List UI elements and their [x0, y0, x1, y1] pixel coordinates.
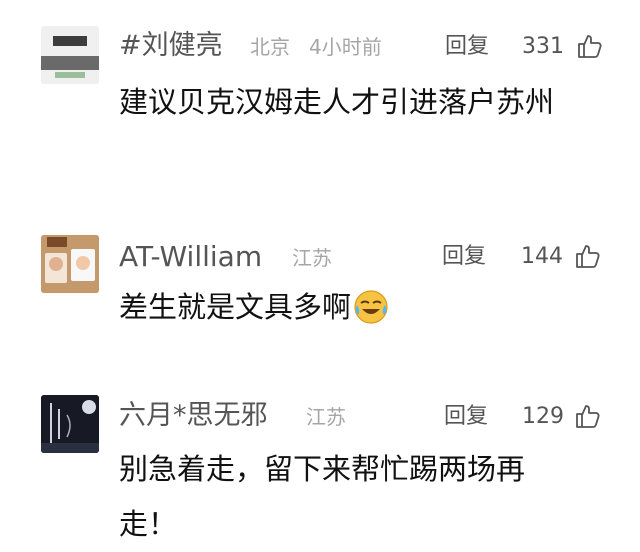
- comment-text-content: 差生就是文具多啊: [119, 290, 352, 324]
- avatar[interactable]: [41, 26, 99, 84]
- avatar-image: [41, 395, 99, 453]
- comment-time: 4小时前: [309, 35, 382, 59]
- comment-text: 建议贝克汉姆走人才引进落户苏州: [119, 85, 555, 119]
- comment-location: 江苏: [306, 405, 346, 429]
- comment-author[interactable]: 六月*思无邪: [119, 400, 268, 432]
- comment-text: 别急着走，留下来帮忙踢两场再走！: [119, 452, 526, 541]
- comment-text: 差生就是文具多啊: [119, 280, 589, 335]
- comment-item: #刘健亮 北京 4小时前 回复 331 建议贝克汉姆走人才引进落户苏州: [0, 0, 640, 210]
- like-count: 331: [522, 34, 564, 59]
- avatar[interactable]: [41, 395, 99, 453]
- reply-button[interactable]: 回复: [445, 31, 489, 63]
- crying-laughing-emoji-icon: [354, 290, 388, 324]
- like-count: 144: [521, 244, 563, 269]
- avatar-image: [41, 235, 99, 293]
- like-count: 129: [522, 404, 564, 429]
- thumbs-up-icon[interactable]: [574, 243, 600, 269]
- reply-button[interactable]: 回复: [444, 401, 488, 433]
- comment-author[interactable]: AT-William: [119, 241, 262, 273]
- avatar[interactable]: [41, 235, 99, 293]
- comment-item: AT-William 江苏 回复 144 差生就是文具多啊: [0, 210, 640, 370]
- comment-location: 江苏: [292, 246, 332, 270]
- reply-button[interactable]: 回复: [442, 241, 486, 273]
- comment-item: 六月*思无邪 江苏 回复 129 别急着走，留下来帮忙踢两场再走！: [0, 370, 640, 541]
- avatar-image: [41, 26, 99, 84]
- thumbs-up-icon[interactable]: [574, 403, 600, 429]
- comment-author[interactable]: #刘健亮: [119, 30, 223, 62]
- comment-location: 北京: [250, 35, 290, 59]
- thumbs-up-icon[interactable]: [576, 33, 602, 59]
